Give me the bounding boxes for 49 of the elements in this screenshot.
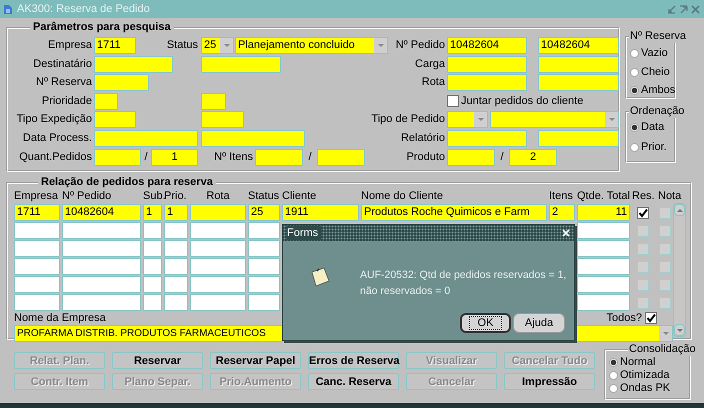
separator-text: / bbox=[499, 150, 505, 165]
section-title: Parâmetros para pesquisa bbox=[32, 21, 172, 34]
column-header: Sub. bbox=[143, 190, 163, 203]
field-label: Carga bbox=[414, 56, 445, 72]
column-header: Rota bbox=[205, 190, 231, 203]
column-header: Qtde. Total bbox=[577, 190, 631, 203]
field-label: Tipo de Pedido bbox=[370, 112, 445, 128]
radio-label: Vazio bbox=[641, 47, 668, 60]
radio-label: Data bbox=[641, 121, 664, 134]
field-label: Quant.Pedidos bbox=[18, 150, 92, 165]
dialog-message: AUF-20532: Qtd de pedidos reservados = 1, não reservados = 0 bbox=[360, 268, 568, 299]
field-label: Prioridade bbox=[40, 94, 92, 109]
separator-text: / bbox=[143, 150, 149, 165]
radio-label: Otimizada bbox=[620, 369, 670, 382]
checkbox-label: Juntar pedidos do cliente bbox=[461, 94, 584, 109]
section-title: Relação de pedidos para reserva bbox=[40, 176, 214, 189]
field-label: Destinatário bbox=[32, 56, 92, 72]
field-label: Nº Pedido bbox=[394, 38, 445, 53]
group-title: Nº Reserva bbox=[629, 30, 687, 43]
field-label: Empresa bbox=[46, 38, 92, 53]
dialog-title: Forms bbox=[287, 226, 322, 240]
field-label: Nome da Empresa bbox=[14, 311, 107, 325]
radio-label: Ambos bbox=[641, 84, 676, 97]
radio-label: Ondas PK bbox=[620, 382, 670, 395]
radio-label: Cheio bbox=[641, 66, 670, 78]
field-label: Rota bbox=[420, 75, 445, 90]
column-header: Empresa bbox=[14, 190, 60, 203]
window-title: AK300: Reserva de Pedido bbox=[17, 3, 151, 15]
field-label: Tipo Expedição bbox=[16, 112, 92, 128]
column-header: Cliente bbox=[282, 190, 318, 203]
field-label: Data Process. bbox=[22, 130, 92, 146]
column-header: Nome do Cliente bbox=[361, 190, 444, 203]
field-label: Relatório bbox=[400, 130, 445, 146]
column-header: Res. bbox=[632, 190, 656, 203]
column-header: Nota bbox=[658, 190, 682, 203]
radio-label: Prior. bbox=[641, 141, 667, 154]
separator-text: / bbox=[307, 150, 313, 165]
column-header: Prio. bbox=[164, 190, 188, 203]
field-label: Todos? bbox=[606, 311, 642, 325]
field-label: Status bbox=[166, 38, 198, 53]
column-header: Status bbox=[248, 190, 280, 203]
field-label: Nº Reserva bbox=[35, 75, 92, 90]
field-label: Produto bbox=[405, 150, 445, 165]
group-title: Consolidação bbox=[628, 343, 697, 356]
group-title: Ordenação bbox=[629, 105, 686, 118]
radio-label: Normal bbox=[620, 356, 656, 369]
field-label: Nº Itens bbox=[213, 150, 253, 165]
column-header: Itens bbox=[549, 190, 574, 203]
column-header: Nº Pedido bbox=[62, 190, 112, 203]
